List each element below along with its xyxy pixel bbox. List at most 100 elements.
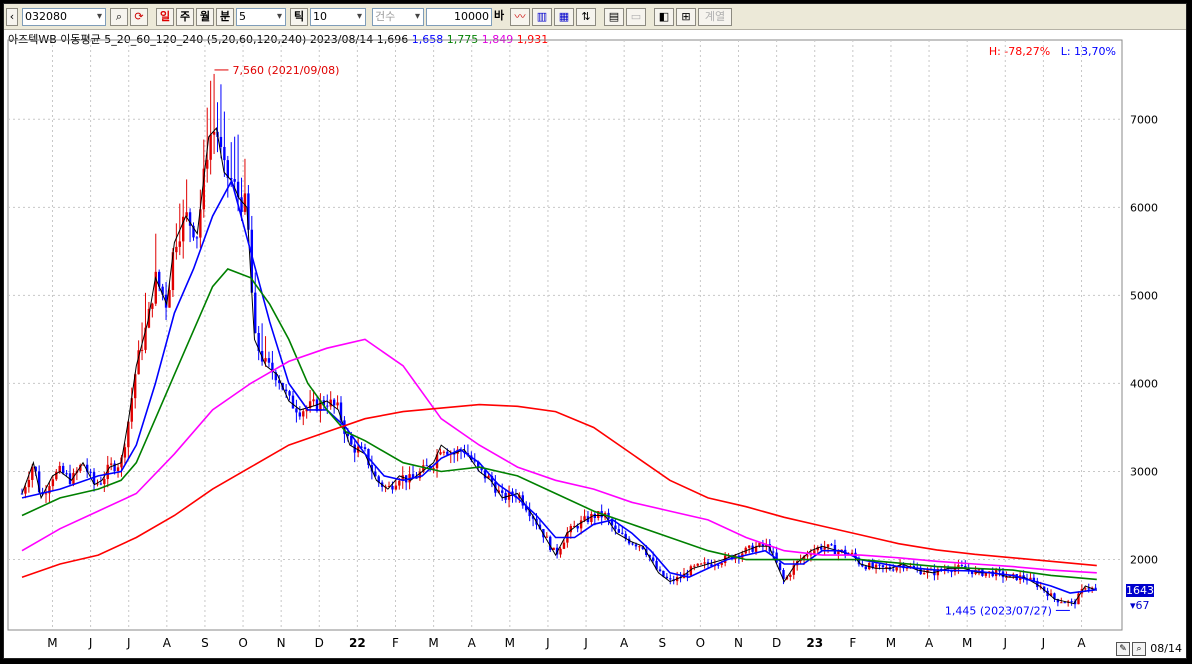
y-tick-label: 7000 bbox=[1130, 113, 1158, 126]
candle-body bbox=[621, 532, 624, 534]
x-tick-label: M bbox=[962, 636, 972, 650]
candle-body bbox=[442, 451, 446, 453]
candle-body bbox=[27, 479, 31, 488]
candle-body bbox=[1084, 588, 1087, 590]
candle-body bbox=[58, 465, 61, 472]
y-tick-label: 6000 bbox=[1130, 201, 1158, 214]
candle-body bbox=[109, 463, 113, 465]
x-tick-label: M bbox=[428, 636, 438, 650]
candle-body bbox=[288, 391, 291, 396]
candle-body bbox=[267, 358, 271, 363]
x-tick-label: F bbox=[392, 636, 399, 650]
candle-body bbox=[51, 479, 55, 487]
candle-body bbox=[881, 565, 885, 568]
x-tick-label: M bbox=[47, 636, 57, 650]
candle-body bbox=[243, 193, 247, 212]
candle-body bbox=[89, 471, 92, 473]
x-tick-label: A bbox=[620, 636, 629, 650]
y-tick-label: 2000 bbox=[1130, 554, 1158, 567]
edit-icon[interactable]: ✎ bbox=[1116, 642, 1130, 656]
candle-body bbox=[254, 292, 257, 334]
x-tick-label: J bbox=[1041, 636, 1046, 650]
candle-body bbox=[559, 548, 562, 555]
zoom-icon[interactable]: ⌕ bbox=[1132, 642, 1146, 656]
candle-body bbox=[658, 569, 662, 571]
candle-body bbox=[579, 520, 583, 529]
x-tick-label: M bbox=[886, 636, 896, 650]
candle-body bbox=[195, 237, 199, 239]
candle-body bbox=[99, 483, 103, 485]
footer-date: 08/14 bbox=[1150, 642, 1182, 655]
x-tick-label: A bbox=[468, 636, 477, 650]
candle-body bbox=[312, 399, 315, 402]
candle-body bbox=[44, 493, 48, 495]
candle-body bbox=[233, 179, 236, 182]
candle-body bbox=[363, 447, 367, 449]
price-chart[interactable]: M J J A S O N D 22 F M A M J J A S O N D 23 F M A M J J A 2000 3000 40… bbox=[4, 4, 1186, 658]
candle-body bbox=[960, 565, 964, 567]
candle-body bbox=[326, 405, 329, 407]
candle-body bbox=[1094, 587, 1097, 589]
candle-body bbox=[806, 555, 809, 557]
candle-body bbox=[391, 485, 394, 490]
high-annotation: 7,560 (2021/09/08) bbox=[232, 64, 339, 77]
candle-body bbox=[895, 567, 898, 571]
candle-body bbox=[826, 544, 830, 548]
candle-body bbox=[703, 562, 706, 564]
x-tick-label: F bbox=[849, 636, 856, 650]
x-tick-label: M bbox=[505, 636, 515, 650]
candle-body bbox=[576, 526, 579, 529]
candle-body bbox=[892, 569, 895, 571]
candle-body bbox=[332, 399, 336, 406]
x-tick-label: D bbox=[315, 636, 324, 650]
candle-body bbox=[747, 545, 751, 548]
candle-body bbox=[669, 578, 672, 580]
candle-body bbox=[1060, 602, 1063, 604]
candle-body bbox=[20, 493, 24, 495]
candle-body bbox=[302, 411, 305, 417]
candle-body bbox=[178, 241, 181, 247]
candle-body bbox=[151, 303, 154, 309]
x-tick-label: D bbox=[772, 636, 781, 650]
candle-body bbox=[291, 395, 295, 409]
candle-body bbox=[590, 513, 593, 522]
candle-body bbox=[219, 136, 223, 147]
low-annotation: 1,445 (2023/07/27) bbox=[945, 604, 1052, 617]
candle-body bbox=[693, 565, 696, 567]
x-tick-label: N bbox=[734, 636, 743, 650]
candle-body bbox=[1087, 588, 1090, 590]
candle-body bbox=[123, 447, 127, 458]
candle-body bbox=[240, 197, 243, 212]
candle-body bbox=[651, 557, 655, 561]
chart-window: ‹ 032080 ⌕ ⟳ 일 주 월 분 5 틱 10 건수 10000 바 〰… bbox=[3, 3, 1187, 659]
candle-body bbox=[209, 134, 212, 160]
x-tick-label: O bbox=[238, 636, 247, 650]
candle-body bbox=[439, 452, 442, 455]
candle-body bbox=[295, 408, 298, 413]
candle-body bbox=[717, 564, 720, 566]
x-tick-label: O bbox=[696, 636, 705, 650]
candle-body bbox=[116, 467, 120, 471]
x-tick-label: A bbox=[925, 636, 934, 650]
candle-body bbox=[878, 564, 881, 566]
candle-body bbox=[638, 546, 641, 548]
candle-body bbox=[771, 551, 775, 553]
candle-body bbox=[617, 529, 621, 533]
candle-body bbox=[298, 412, 302, 417]
x-tick-label: A bbox=[163, 636, 172, 650]
ma5-line bbox=[21, 126, 1097, 605]
x-tick-label: S bbox=[201, 636, 209, 650]
candle-body bbox=[336, 402, 339, 406]
candle-body bbox=[874, 564, 878, 568]
candle-body bbox=[501, 490, 504, 493]
candle-body bbox=[864, 566, 867, 570]
candle-body bbox=[922, 573, 926, 575]
candle-body bbox=[1070, 601, 1073, 603]
candle-body bbox=[1063, 602, 1066, 604]
candle-body bbox=[61, 465, 65, 474]
candle-body bbox=[206, 159, 209, 169]
x-tick-label: J bbox=[583, 636, 588, 650]
candle-body bbox=[425, 465, 428, 467]
x-tick-label: A bbox=[1077, 636, 1086, 650]
candle-body bbox=[830, 544, 833, 546]
